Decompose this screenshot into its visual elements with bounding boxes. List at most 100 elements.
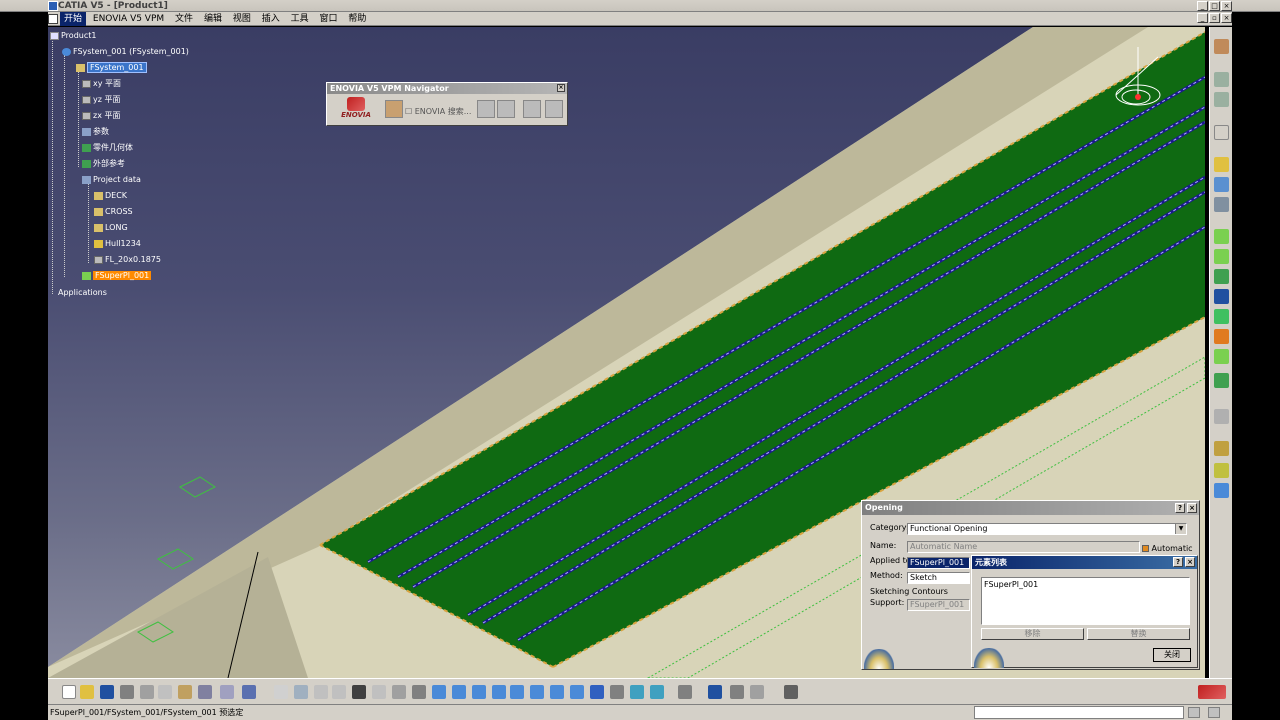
enovia-save-icon[interactable]	[523, 100, 541, 118]
collar-icon[interactable]	[1214, 373, 1229, 388]
paste-icon[interactable]	[178, 685, 192, 699]
comment-icon[interactable]	[294, 685, 308, 699]
tree-expand-icon[interactable]	[332, 685, 346, 699]
replace-button[interactable]: 替换	[1087, 628, 1190, 640]
tree-node-xy-plane[interactable]: xy 平面	[82, 79, 121, 89]
iso-view-icon[interactable]	[570, 685, 584, 699]
zoom-out-icon[interactable]	[530, 685, 544, 699]
formula-icon[interactable]	[274, 685, 288, 699]
close-button[interactable]: 关闭	[1153, 648, 1191, 662]
name-field[interactable]: Automatic Name	[907, 541, 1140, 553]
doc-minimize-button[interactable]: _	[1197, 13, 1208, 23]
tree-node-cross[interactable]: CROSS	[94, 207, 133, 217]
menu-file[interactable]: 文件	[171, 12, 197, 26]
catia-logo-icon[interactable]	[1198, 685, 1226, 699]
menu-view[interactable]: 视图	[229, 12, 255, 26]
menu-edit[interactable]: 编辑	[200, 12, 226, 26]
applied-to-field[interactable]: FSuperPl_001	[907, 557, 970, 569]
enovia-query-icon[interactable]	[477, 100, 495, 118]
measure-icon[interactable]	[372, 685, 386, 699]
swap-visible-icon[interactable]	[650, 685, 664, 699]
compass-icon[interactable]	[708, 685, 722, 699]
opening-icon[interactable]	[1214, 329, 1229, 344]
design-rule-icon[interactable]	[1214, 441, 1229, 456]
close-button[interactable]: ×	[1221, 1, 1232, 11]
enovia-edit-icon[interactable]	[545, 100, 563, 118]
snap-icon[interactable]	[730, 685, 744, 699]
print-icon[interactable]	[120, 685, 134, 699]
maximize-button[interactable]: □	[1209, 1, 1220, 11]
bracket-icon[interactable]	[1214, 249, 1229, 264]
plate-tool-icon[interactable]	[1214, 229, 1229, 244]
tree-node-yz-plane[interactable]: yz 平面	[82, 95, 120, 105]
enovia-search-option[interactable]: ☐ ENOVIA 搜索...	[405, 106, 471, 117]
normal-view-icon[interactable]	[550, 685, 564, 699]
stiffeners-icon[interactable]	[1214, 269, 1229, 284]
element-listbox[interactable]: FSuperPl_001	[981, 577, 1190, 625]
profile-icon[interactable]	[1214, 177, 1229, 192]
undo-icon[interactable]	[198, 685, 212, 699]
table-icon[interactable]	[352, 685, 366, 699]
tree-node-project-data[interactable]: Project data	[82, 175, 141, 185]
slot-icon[interactable]	[1214, 349, 1229, 364]
multi-view-icon[interactable]	[590, 685, 604, 699]
knowledge-icon[interactable]	[314, 685, 328, 699]
workbench-icon[interactable]	[1214, 39, 1229, 54]
remove-button[interactable]: 移除	[981, 628, 1084, 640]
tree-node-applications[interactable]: Applications	[58, 288, 107, 298]
tree-node-zx-plane[interactable]: zx 平面	[82, 111, 120, 121]
whats-this-icon[interactable]	[242, 685, 256, 699]
hierarchy-icon[interactable]	[412, 685, 426, 699]
element-list-title-bar[interactable]: 元素列表 ? ×	[972, 556, 1197, 569]
enovia-navigator-toolbar[interactable]: ENOVIA V5 VPM Navigator × ENOVIA ☐ ENOVI…	[326, 82, 568, 126]
save-icon[interactable]	[100, 685, 114, 699]
enovia-list-icon[interactable]	[497, 100, 515, 118]
opening-dialog-title-bar[interactable]: Opening ? ×	[862, 501, 1199, 515]
command-options-icon[interactable]	[1208, 707, 1220, 718]
camera-icon[interactable]	[784, 685, 798, 699]
tree-node-deck[interactable]: DECK	[94, 191, 127, 201]
tree-node-hull[interactable]: Hull1234	[94, 239, 141, 249]
close-icon[interactable]: ×	[557, 84, 565, 92]
command-input[interactable]	[974, 706, 1184, 719]
minimize-button[interactable]: _	[1197, 1, 1208, 11]
redo-icon[interactable]	[220, 685, 234, 699]
close-icon[interactable]: ×	[1187, 503, 1197, 513]
tree-node-superplate[interactable]: FSuperPl_001	[82, 271, 152, 281]
tree-node-parameters[interactable]: 参数	[82, 127, 109, 137]
tree-node-part-body[interactable]: 零件几何体	[82, 143, 133, 153]
check-icon[interactable]	[1214, 463, 1229, 478]
hide-show-icon[interactable]	[630, 685, 644, 699]
zoom-in-icon[interactable]	[510, 685, 524, 699]
chevron-down-icon[interactable]: ▼	[1175, 524, 1186, 534]
catalog-icon[interactable]	[392, 685, 406, 699]
tree-node-fsystem[interactable]: FSystem_001 (FSystem_001)	[62, 47, 189, 57]
copy-icon[interactable]	[158, 685, 172, 699]
moon-icon[interactable]	[1214, 289, 1229, 304]
menu-insert[interactable]: 插入	[258, 12, 284, 26]
menu-start[interactable]: 开始	[60, 12, 87, 26]
mirror-icon[interactable]	[1214, 409, 1229, 424]
rotate-icon[interactable]	[492, 685, 506, 699]
automatic-checkbox[interactable]: Automatic	[1142, 544, 1193, 553]
new-file-icon[interactable]	[62, 685, 76, 699]
product-structure-icon[interactable]	[678, 685, 692, 699]
select-arrow-icon[interactable]	[1214, 125, 1229, 140]
menu-window[interactable]: 窗口	[316, 12, 342, 26]
menu-tools[interactable]: 工具	[287, 12, 313, 26]
menu-help[interactable]: 帮助	[344, 12, 370, 26]
plate-icon[interactable]	[1214, 92, 1229, 107]
fit-all-icon[interactable]	[452, 685, 466, 699]
menu-enovia[interactable]: ENOVIA V5 VPM	[89, 12, 168, 26]
command-scroll-icon[interactable]	[1188, 707, 1200, 718]
structure-icon[interactable]	[1214, 72, 1229, 87]
tree-node-long[interactable]: LONG	[94, 223, 128, 233]
cut-icon[interactable]	[140, 685, 154, 699]
open-folder-icon[interactable]	[80, 685, 94, 699]
method-field[interactable]: Sketch	[907, 572, 970, 584]
edge-icon[interactable]	[1214, 309, 1229, 324]
help-icon[interactable]: ?	[1175, 503, 1185, 513]
list-item[interactable]: FSuperPl_001	[984, 580, 1187, 589]
doc-close-button[interactable]: ×	[1221, 13, 1232, 23]
doc-restore-button[interactable]: ▫	[1209, 13, 1220, 23]
